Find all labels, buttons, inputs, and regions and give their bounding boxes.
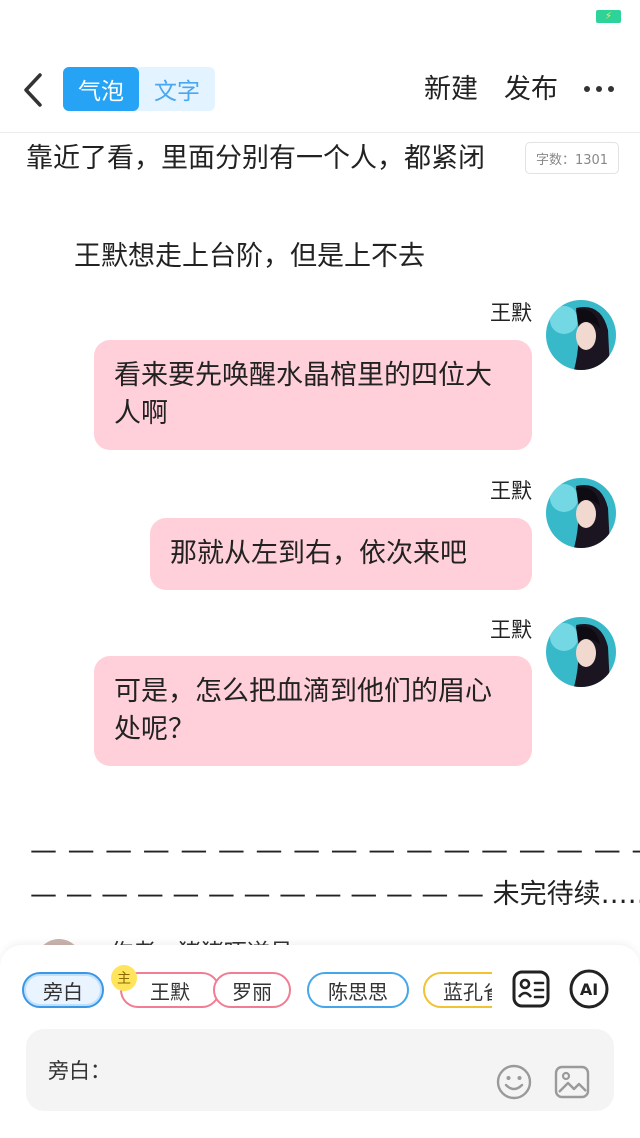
status-bar: ⚡ xyxy=(0,0,640,34)
emoji-icon xyxy=(496,1064,532,1100)
avatar[interactable] xyxy=(546,478,616,548)
more-button[interactable] xyxy=(584,82,614,96)
speaker-name: 王默 xyxy=(490,301,532,325)
publish-button[interactable]: 发布 xyxy=(504,70,558,110)
word-count-badge: 字数：1301 xyxy=(525,142,619,174)
chevron-left-icon xyxy=(24,73,42,107)
character-cards-button[interactable] xyxy=(511,969,551,1009)
main-character-badge: 主 xyxy=(111,965,137,991)
back-button[interactable] xyxy=(18,70,48,110)
character-chip-lankongque[interactable]: 蓝孔雀 xyxy=(423,972,492,1008)
story-content[interactable]: 靠近了看，里面分别有一个人，都紧闭 字数：1301 王默想走上台阶，但是上不去 … xyxy=(0,133,640,945)
speaker-name: 王默 xyxy=(490,618,532,642)
message-bubble[interactable]: 看来要先唤醒水晶棺里的四位大人啊 xyxy=(94,340,532,450)
image-icon xyxy=(554,1065,590,1099)
story-text-line: 靠近了看，里面分别有一个人，都紧闭 xyxy=(26,143,485,174)
ai-button[interactable]: AI xyxy=(569,969,609,1009)
character-chip-narrator[interactable]: 旁白 xyxy=(22,972,104,1008)
ai-label: AI xyxy=(579,979,599,999)
avatar[interactable] xyxy=(546,300,616,370)
message-bubble[interactable]: 可是，怎么把血滴到他们的眉心处呢？ xyxy=(94,656,532,766)
mode-bubble-tab[interactable]: 气泡 xyxy=(63,67,139,111)
more-dot xyxy=(608,86,614,92)
header: 气泡 文字 新建 发布 xyxy=(0,56,640,122)
narration-text[interactable]: 王默想走上台阶，但是上不去 xyxy=(74,237,425,277)
more-dot xyxy=(584,86,590,92)
character-cards-icon xyxy=(512,970,550,1008)
image-button[interactable] xyxy=(554,1064,590,1100)
mode-toggle: 气泡 文字 xyxy=(63,67,215,111)
character-chip-chensisi[interactable]: 陈思思 xyxy=(307,972,409,1008)
more-dot xyxy=(596,86,602,92)
message-bubble[interactable]: 那就从左到右，依次来吧 xyxy=(150,518,532,590)
character-chips[interactable]: 旁白 王默 罗丽 陈思思 蓝孔雀 xyxy=(22,972,492,1010)
message-input[interactable]: 旁白： xyxy=(26,1029,614,1111)
mode-text-tab[interactable]: 文字 xyxy=(139,67,215,111)
battery-charging-icon: ⚡ xyxy=(596,10,621,23)
to-be-continued-text: — — — — — — — — — — — — — 未完待续…… xyxy=(30,879,640,910)
end-divider: — — — — — — — — — — — — — — — — — — — — xyxy=(30,835,640,866)
input-speaker-prefix: 旁白： xyxy=(48,1059,111,1083)
emoji-button[interactable] xyxy=(496,1064,532,1100)
new-button[interactable]: 新建 xyxy=(424,70,478,110)
avatar[interactable] xyxy=(546,617,616,687)
speaker-name: 王默 xyxy=(490,479,532,503)
editor-panel: 旁白 王默 罗丽 陈思思 蓝孔雀 AI 旁白： xyxy=(0,945,640,1138)
character-chip-luoli[interactable]: 罗丽 xyxy=(213,972,291,1008)
author-line: 作者 · 猪猪吓逆号 xyxy=(110,933,293,945)
